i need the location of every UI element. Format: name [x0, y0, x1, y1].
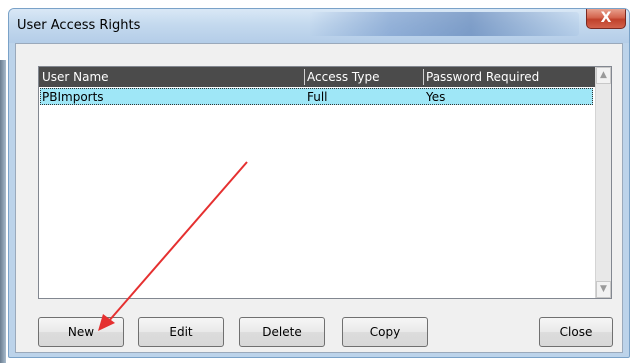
scroll-up-button[interactable]: ▲ [596, 67, 611, 84]
delete-button[interactable]: Delete [239, 317, 325, 347]
vertical-scrollbar[interactable]: ▲ ▼ [595, 67, 611, 298]
dialog-client-area: User Name Access Type Password Required … [15, 43, 623, 353]
cell-user-name: PBImports [42, 90, 104, 104]
copy-button[interactable]: Copy [342, 317, 428, 347]
close-icon: X [600, 10, 612, 26]
window-title: User Access Rights [17, 18, 141, 33]
column-header-user-name[interactable]: User Name [42, 70, 109, 84]
close-button[interactable]: Close [539, 317, 613, 347]
close-window-button[interactable]: X [586, 9, 626, 29]
new-button[interactable]: New [38, 317, 124, 347]
user-list[interactable]: User Name Access Type Password Required … [38, 66, 612, 299]
title-bar[interactable]: User Access Rights X [9, 9, 629, 43]
edit-button[interactable]: Edit [138, 317, 224, 347]
table-row[interactable]: PBImports Full Yes [40, 88, 593, 105]
cell-password-required: Yes [426, 90, 446, 104]
column-separator[interactable] [304, 69, 305, 85]
column-header-access-type[interactable]: Access Type [307, 70, 379, 84]
chevron-up-icon: ▲ [600, 70, 607, 80]
column-separator[interactable] [423, 69, 424, 85]
chevron-down-icon: ▼ [600, 284, 607, 294]
background-window-edge [0, 60, 6, 363]
column-header-password-required[interactable]: Password Required [426, 70, 539, 84]
screenshot-stage: User Access Rights X User Name Access Ty… [0, 0, 638, 363]
user-access-rights-dialog: User Access Rights X User Name Access Ty… [8, 8, 630, 358]
scroll-down-button[interactable]: ▼ [596, 281, 611, 298]
cell-access-type: Full [307, 90, 328, 104]
title-bar-glass [309, 12, 579, 36]
list-header: User Name Access Type Password Required [39, 67, 595, 87]
